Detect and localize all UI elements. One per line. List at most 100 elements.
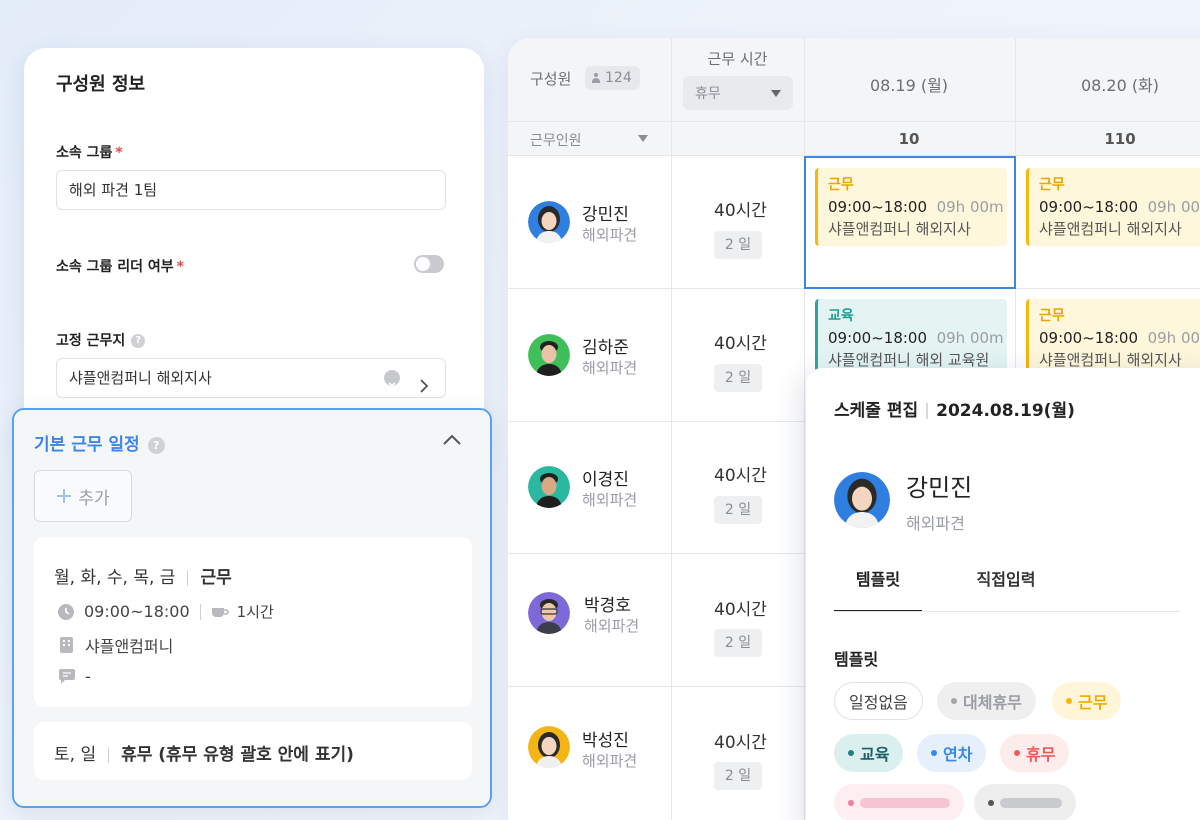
chevron-up-icon[interactable]: [442, 432, 462, 451]
shift-time: 09:00~18:00 09h 00m: [828, 329, 1004, 347]
member-hours: 40시간: [714, 334, 767, 354]
status-dot: [848, 750, 854, 756]
clock-icon: [58, 603, 74, 620]
member-count: 124: [605, 70, 632, 86]
clear-icon[interactable]: [384, 370, 400, 390]
avatar[interactable]: [528, 592, 570, 634]
building-icon: [60, 637, 73, 653]
chip-substitute-off[interactable]: 대체휴무: [937, 682, 1036, 720]
default-schedule-card: 기본 근무 일정? 추가 월, 화, 수, 목, 금 근무 09:00~18:00…: [12, 408, 492, 808]
col-divider: [671, 38, 672, 820]
default-schedule-title: 기본 근무 일정?: [34, 430, 165, 455]
member-hours: 40시간: [714, 201, 767, 221]
weekend-row: 토, 일 휴무 (휴무 유형 괄호 안에 표기): [54, 740, 354, 765]
selected-cell-outline: [804, 156, 1016, 289]
shift-time: 09:00~18:00 09h 00m: [1039, 196, 1200, 218]
hours-column-header: 근무 시간: [707, 50, 768, 68]
avatar[interactable]: [528, 334, 570, 376]
hours-filter-value: 휴무: [695, 86, 721, 102]
member-team: 해외파견: [582, 226, 638, 244]
help-icon[interactable]: ?: [147, 436, 165, 454]
tab-template[interactable]: 템플릿: [834, 568, 922, 612]
panel-title: 스케줄 편집: [834, 401, 919, 421]
leader-label: 소속 그룹 리더 여부 *: [56, 259, 184, 275]
weekday-memo-row: -: [59, 667, 91, 686]
shift-card-work[interactable]: 근무 09:00~18:00 09h 00m 샤플앤컴퍼니 해외지사: [1026, 299, 1200, 377]
shift-card-education[interactable]: 교육 09:00~18:00 09h 00m 샤플앤컴퍼니 해외 교육원: [815, 299, 1007, 377]
coffee-icon: [211, 607, 229, 617]
tab-direct-input[interactable]: 직접입력: [956, 568, 1056, 612]
avatar[interactable]: [528, 201, 570, 243]
chip-work[interactable]: 근무: [1052, 682, 1122, 720]
panel-person-name: 강민진: [906, 474, 973, 502]
avatar-image: [834, 472, 890, 528]
member-days-badge: 2 일: [714, 496, 762, 524]
date-header-0820[interactable]: 08.20 (화): [1015, 72, 1200, 96]
date-header-0819[interactable]: 08.19 (월): [804, 72, 1014, 96]
chip-annual-leave[interactable]: 연차: [917, 734, 987, 772]
hours-filter-select[interactable]: 휴무: [683, 76, 793, 110]
shift-type: 교육: [828, 308, 854, 324]
member-team: 해외파견: [582, 752, 638, 770]
weekday-place-row: 샤플앤컴퍼니: [60, 633, 173, 657]
chip-placeholder[interactable]: [974, 784, 1076, 820]
help-icon[interactable]: ?: [131, 334, 146, 348]
shift-type: 근무: [1039, 177, 1065, 193]
member-hours: 40시간: [714, 466, 767, 486]
shift-duration: 09h 00m: [1147, 198, 1200, 216]
member-days-badge: 2 일: [714, 364, 762, 392]
member-name[interactable]: 박경호: [584, 591, 631, 616]
weekday-time-row: 09:00~18:00 1시간: [58, 601, 274, 622]
dropdown-icon[interactable]: [638, 135, 648, 142]
member-days-badge: 2 일: [714, 231, 762, 259]
status-dot: [951, 698, 957, 704]
chip-day-off[interactable]: 휴무: [1000, 734, 1070, 772]
member-days-badge: 2 일: [714, 629, 762, 657]
fixed-place-label: 고정 근무지?: [56, 330, 146, 350]
add-schedule-button[interactable]: 추가: [34, 470, 132, 522]
weekday-place: 샤플앤컴퍼니: [85, 637, 174, 656]
chip-no-schedule[interactable]: 일정없음: [834, 682, 923, 720]
avatar-image: [528, 592, 570, 634]
memo-icon: [59, 669, 75, 684]
fixed-place-input[interactable]: 샤플앤컴퍼니 해외지사: [56, 358, 446, 398]
weekend-days: 토, 일: [54, 745, 97, 765]
chip-education[interactable]: 교육: [834, 734, 904, 772]
member-info-card: 구성원 정보 소속 그룹 * 해외 파견 1팀 소속 그룹 리더 여부 * 고정 근…: [24, 48, 484, 468]
weekday-schedule-block[interactable]: 월, 화, 수, 목, 금 근무 09:00~18:00 1시간 샤플앤컴퍼니 -: [34, 537, 472, 707]
member-name[interactable]: 이경진: [582, 465, 629, 490]
member-info-title: 구성원 정보: [56, 74, 146, 95]
member-column-header: 구성원: [530, 70, 572, 88]
member-count-badge: 124: [585, 66, 640, 90]
plus-icon: [57, 489, 72, 503]
avatar-image: [528, 201, 570, 243]
member-name[interactable]: 강민진: [582, 200, 629, 225]
group-label: 소속 그룹 *: [56, 145, 123, 161]
shift-duration: 09h 00m: [936, 329, 1004, 347]
avatar-image: [528, 334, 570, 376]
member-name[interactable]: 박성진: [582, 726, 629, 751]
weekday-time: 09:00~18:00: [84, 602, 190, 621]
shift-card-work[interactable]: 근무 09:00~18:00 09h 00m 샤플앤컴퍼니 해외지사: [1026, 168, 1200, 246]
chip-placeholder[interactable]: [834, 784, 964, 820]
status-dot: [931, 750, 937, 756]
weekday-row: 월, 화, 수, 목, 금 근무: [54, 563, 232, 588]
leader-toggle[interactable]: [414, 255, 444, 273]
panel-date: 2024.08.19(월): [936, 401, 1075, 421]
date-count-0819: 10: [898, 130, 920, 148]
weekend-type: 휴무 (휴무 유형 괄호 안에 표기): [121, 745, 354, 765]
schedule-edit-panel: 스케줄 편집 2024.08.19(월) 강민진 해외파견 템플릿 직접입력 템플…: [806, 368, 1200, 820]
weekday-type: 근무: [200, 568, 232, 588]
group-input[interactable]: 해외 파견 1팀: [56, 170, 446, 210]
member-hours: 40시간: [714, 733, 767, 753]
fixed-place-value: 샤플앤컴퍼니 해외지사: [69, 369, 212, 387]
member-name[interactable]: 김하준: [582, 333, 629, 358]
shift-type: 근무: [1039, 308, 1065, 324]
avatar[interactable]: [528, 726, 570, 768]
avatar[interactable]: [528, 466, 570, 508]
dropdown-icon: [771, 89, 781, 97]
shift-duration: 09h 00m: [1147, 329, 1200, 347]
chevron-right-icon[interactable]: [419, 370, 429, 408]
date-count-0820: 110: [1104, 130, 1136, 148]
weekend-schedule-block[interactable]: 토, 일 휴무 (휴무 유형 괄호 안에 표기): [34, 722, 472, 780]
